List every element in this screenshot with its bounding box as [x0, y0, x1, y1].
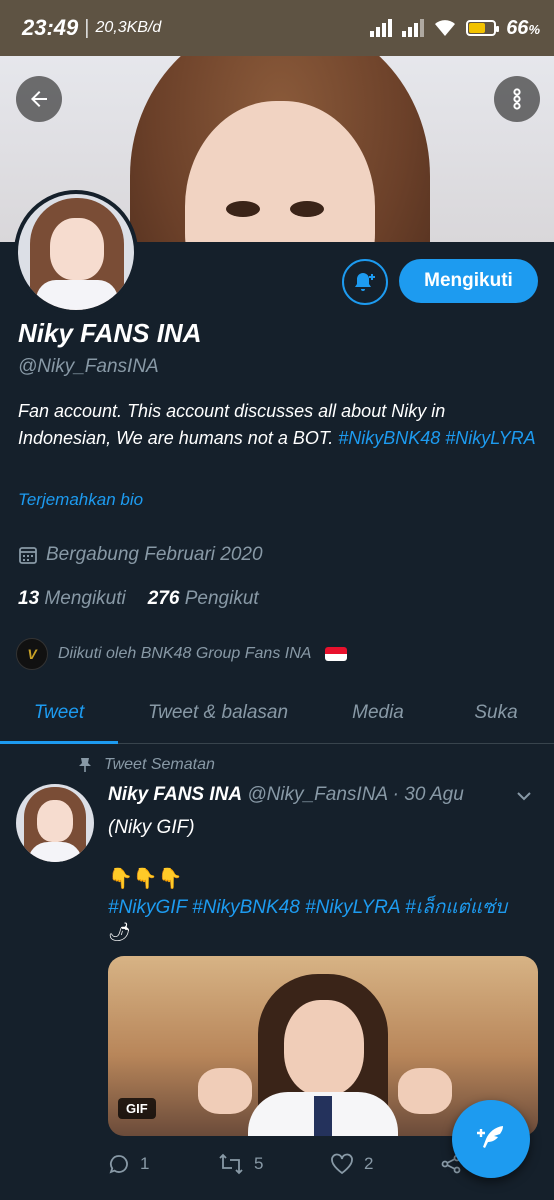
tweet-text: (Niky GIF)	[108, 817, 195, 838]
tweet-header: Niky FANS INA @Niky_FansINA · 30 Agu	[108, 784, 464, 806]
signal-icon	[370, 19, 393, 37]
profile-avatar[interactable]	[14, 190, 138, 314]
followers-stat[interactable]: 276 Pengikut	[148, 588, 259, 610]
followers-label: Pengikut	[184, 588, 259, 609]
followed-by-text: Diikuti oleh BNK48 Group Fans INA	[58, 645, 312, 662]
wifi-icon	[435, 20, 456, 36]
following-label: Mengikuti	[44, 588, 126, 609]
compose-tweet-button[interactable]	[452, 1100, 530, 1178]
profile-handle: @Niky_FansINA	[18, 356, 159, 377]
bio-hashtag[interactable]: #NikyBNK48	[338, 428, 440, 448]
pinned-text: Tweet Sematan	[104, 756, 215, 773]
profile-bio: Fan account. This account discusses all …	[18, 398, 538, 452]
more-options-button[interactable]	[494, 76, 540, 122]
following-count: 13	[18, 588, 40, 609]
battery-percent: 66%	[506, 16, 540, 39]
tab-likes[interactable]: Suka	[438, 682, 554, 743]
pinned-label: Tweet Sematan	[78, 756, 215, 774]
like-count: 2	[364, 1154, 374, 1173]
reply-count: 1	[140, 1154, 150, 1173]
back-button[interactable]	[16, 76, 62, 122]
status-network-speed: 20,3KB/d	[95, 19, 162, 36]
compose-feather-icon	[477, 1126, 503, 1148]
tweet-meta: @Niky_FansINA · 30 Agu	[247, 784, 464, 805]
heart-icon	[331, 1153, 353, 1175]
translate-bio-link[interactable]: Terjemahkan bio	[18, 490, 143, 510]
status-time: 23:49	[22, 15, 79, 40]
follow-stats: 13 Mengikuti 276 Pengikut	[18, 588, 259, 610]
following-stat[interactable]: 13 Mengikuti	[18, 588, 126, 610]
profile-name: Niky FANS INA	[18, 318, 202, 348]
gif-badge: GIF	[118, 1098, 156, 1119]
more-vertical-icon	[513, 88, 521, 110]
calendar-icon	[19, 547, 37, 564]
retweet-icon	[219, 1153, 243, 1175]
indonesia-flag-icon	[325, 647, 348, 661]
bell-plus-icon	[355, 273, 375, 291]
profile-tabs: Tweet Tweet & balasan Media Suka	[0, 682, 554, 744]
reply-button[interactable]: 1	[108, 1153, 218, 1175]
chevron-down-icon	[517, 792, 531, 801]
status-bar: 23:49 | 20,3KB/d 66%	[0, 0, 554, 56]
joined-date: Bergabung Februari 2020	[18, 544, 263, 566]
chili-emoji: 🌶	[108, 922, 131, 942]
followers-count: 276	[147, 588, 180, 609]
reply-icon	[109, 1155, 128, 1174]
tweet-menu-button[interactable]	[514, 786, 534, 811]
notifications-bell-button[interactable]	[342, 259, 388, 305]
pin-icon	[79, 758, 91, 772]
tab-media[interactable]: Media	[318, 682, 438, 743]
tab-tweet-replies[interactable]: Tweet & balasan	[118, 682, 318, 743]
tab-tweet[interactable]: Tweet	[0, 682, 118, 744]
tweet-hashtags[interactable]: #NikyGIF #NikyBNK48 #NikyLYRA #เล็กแต่แซ…	[108, 894, 540, 922]
joined-text: Bergabung Februari 2020	[46, 544, 263, 565]
arrow-left-icon	[31, 91, 47, 107]
like-button[interactable]: 2	[330, 1153, 440, 1175]
tweet-avatar[interactable]	[16, 784, 94, 862]
retweet-count: 5	[254, 1154, 264, 1173]
follower-avatar: V	[16, 638, 48, 670]
status-icons: 66%	[370, 0, 540, 56]
tweet-emojis: 👇👇👇	[108, 868, 183, 890]
following-button[interactable]: Mengikuti	[399, 259, 538, 303]
followed-by[interactable]: V Diikuti oleh BNK48 Group Fans INA	[16, 638, 348, 670]
retweet-button[interactable]: 5	[218, 1153, 330, 1175]
battery-icon	[466, 20, 500, 36]
status-separator: |	[84, 16, 90, 39]
tweet-author[interactable]: Niky FANS INA	[108, 784, 242, 805]
battery-level	[469, 23, 486, 33]
signal-2-icon	[402, 19, 425, 37]
bio-hashtag[interactable]: #NikyLYRA	[445, 428, 535, 448]
